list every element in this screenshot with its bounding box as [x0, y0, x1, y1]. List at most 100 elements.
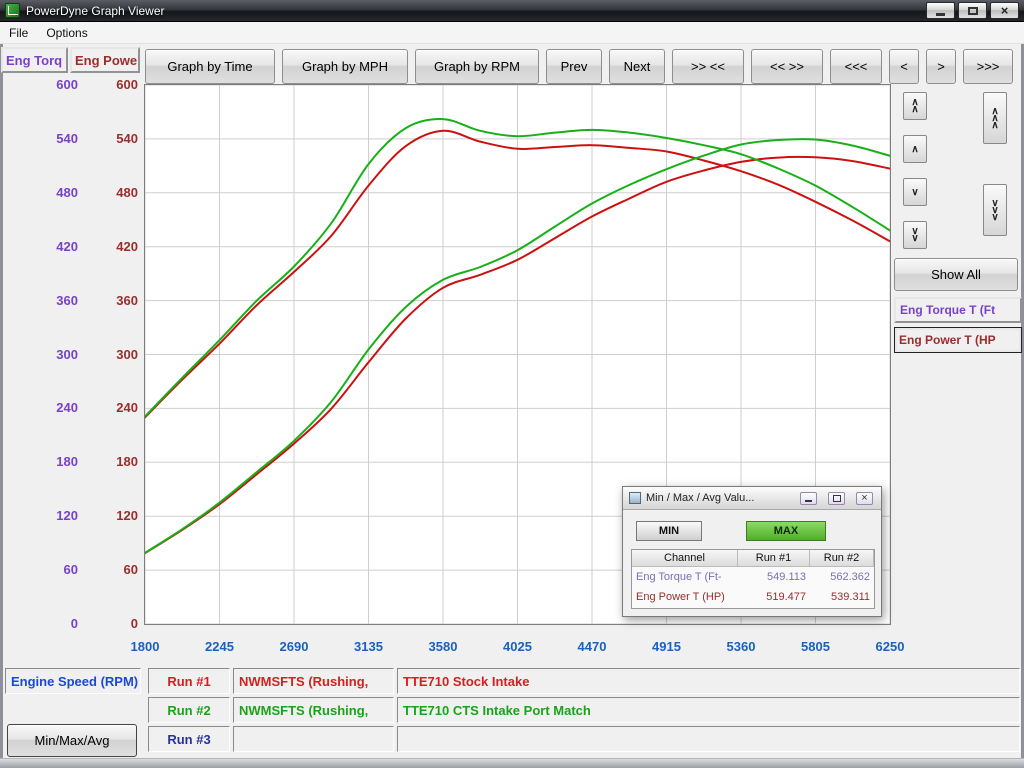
y-tick-torque: 480	[32, 184, 78, 202]
chevron-up-icon: ∧	[991, 122, 998, 129]
run3-note-field[interactable]	[397, 726, 1020, 752]
table-row-power: Eng Power T (HP) 519.477 539.311	[632, 587, 874, 607]
window-frame-left	[0, 22, 3, 758]
graph-by-rpm-button[interactable]: Graph by RPM	[415, 49, 539, 84]
show-all-button[interactable]: Show All	[894, 258, 1018, 291]
graph-by-time-button[interactable]: Graph by Time	[145, 49, 275, 84]
run1-note-field[interactable]: TTE710 Stock Intake	[397, 668, 1020, 694]
minmax-window-titlebar[interactable]: Min / Max / Avg Valu... ×	[623, 487, 881, 510]
chevron-down-icon: ∨	[911, 235, 918, 242]
x-channel-field[interactable]: Engine Speed (RPM)	[5, 668, 141, 694]
next-button[interactable]: Next	[609, 49, 665, 84]
power-run1-max-value: 519.477	[738, 591, 810, 603]
window-title: PowerDyne Graph Viewer	[26, 4, 165, 18]
close-icon: ×	[1001, 4, 1009, 17]
menubar: File Options	[0, 22, 1024, 44]
prev-button[interactable]: Prev	[546, 49, 602, 84]
maximize-button[interactable]	[958, 2, 987, 19]
chevron-down-icon: ∨	[991, 214, 998, 221]
x-tick: 2245	[195, 639, 245, 655]
min-toggle-button[interactable]: MIN	[636, 521, 702, 541]
y-tick-torque: 240	[32, 399, 78, 417]
power-run2-max-value: 539.311	[810, 591, 874, 603]
y-tick-power: 600	[92, 76, 138, 94]
shrink-y-scale-button[interactable]: ∨ ∨ ∨	[983, 184, 1007, 236]
y-tick-torque: 540	[32, 130, 78, 148]
y-tick-power: 480	[92, 184, 138, 202]
run3-source-field[interactable]	[233, 726, 394, 752]
y-tick-torque: 420	[32, 238, 78, 256]
y-tick-torque: 600	[32, 76, 78, 94]
graph-by-mph-button[interactable]: Graph by MPH	[282, 49, 408, 84]
zoom-out-x-button[interactable]: << >>	[751, 49, 823, 84]
torque-run2-max-value: 562.362	[810, 571, 874, 583]
expand-y-scale-button[interactable]: ∧ ∧ ∧	[983, 92, 1007, 144]
minmax-window-icon	[629, 492, 641, 504]
max-toggle-button[interactable]: MAX	[746, 521, 826, 541]
minimize-button[interactable]	[926, 2, 955, 19]
y-tick-torque: 120	[32, 507, 78, 525]
close-button[interactable]: ×	[990, 2, 1019, 19]
scroll-left-button[interactable]: <	[889, 49, 919, 84]
y-tick-torque: 60	[32, 561, 78, 579]
titlebar[interactable]: PowerDyne Graph Viewer ×	[0, 0, 1024, 22]
legend-power-channel[interactable]: Eng Power T (HP	[894, 327, 1022, 353]
x-tick: 3580	[418, 639, 468, 655]
torque-run1-max-value: 549.113	[738, 571, 810, 583]
minmax-avg-button[interactable]: Min/Max/Avg	[7, 724, 137, 757]
minmax-table: Channel Run #1 Run #2 Eng Torque T (Ft- …	[631, 549, 875, 609]
scroll-up-y-button[interactable]: ∧	[903, 135, 927, 163]
y-tick-power: 60	[92, 561, 138, 579]
run3-label[interactable]: Run #3	[148, 726, 230, 752]
column-header-run1: Run #1	[738, 550, 810, 567]
x-tick: 6250	[865, 639, 915, 655]
run2-label[interactable]: Run #2	[148, 697, 230, 723]
app-window: PowerDyne Graph Viewer × File Options En…	[0, 0, 1024, 768]
y-tick-torque: 180	[32, 453, 78, 471]
chevron-up-icon: ∧	[911, 106, 918, 113]
zoom-in-y-button[interactable]: ∧ ∧	[903, 92, 927, 120]
power-channel-label: Eng Power T (HP)	[632, 591, 738, 603]
x-tick: 3135	[344, 639, 394, 655]
minmax-table-header: Channel Run #1 Run #2	[632, 550, 874, 567]
minimize-icon	[936, 13, 945, 16]
run2-note-field[interactable]: TTE710 CTS Intake Port Match	[397, 697, 1020, 723]
column-header-run2: Run #2	[810, 550, 874, 567]
y-tick-torque: 360	[32, 292, 78, 310]
minmax-window: Min / Max / Avg Valu... × MIN MAX Channe…	[622, 486, 882, 617]
minmax-window-title: Min / Max / Avg Valu...	[646, 492, 800, 504]
window-controls: ×	[926, 2, 1019, 19]
menu-file[interactable]: File	[0, 23, 37, 43]
scroll-left-fast-button[interactable]: <<<	[830, 49, 882, 84]
run1-source-field[interactable]: NWMSFTS (Rushing,	[233, 668, 394, 694]
menu-options[interactable]: Options	[37, 23, 96, 43]
legend-torque-channel[interactable]: Eng Torque T (Ft	[894, 297, 1022, 323]
scroll-right-fast-button[interactable]: >>>	[963, 49, 1013, 84]
chevron-up-icon: ∧	[911, 146, 918, 153]
chevron-down-icon: ∨	[911, 189, 918, 196]
minmax-close-button[interactable]: ×	[856, 492, 873, 505]
x-tick: 1800	[120, 639, 170, 655]
y-tick-torque: 0	[32, 615, 78, 633]
run1-label[interactable]: Run #1	[148, 668, 230, 694]
scroll-down-y-button[interactable]: ∨	[903, 178, 927, 206]
zoom-in-x-button[interactable]: >> <<	[672, 49, 744, 84]
x-tick: 5805	[791, 639, 841, 655]
scroll-right-button[interactable]: >	[926, 49, 956, 84]
channel-tab-torque[interactable]: Eng Torq	[1, 47, 68, 73]
column-header-channel: Channel	[632, 550, 738, 567]
x-tick: 5360	[716, 639, 766, 655]
y-tick-power: 120	[92, 507, 138, 525]
run2-source-field[interactable]: NWMSFTS (Rushing,	[233, 697, 394, 723]
x-tick: 4470	[567, 639, 617, 655]
app-icon	[5, 3, 20, 18]
minmax-minimize-button[interactable]	[800, 492, 817, 505]
y-tick-power: 420	[92, 238, 138, 256]
y-tick-power: 300	[92, 346, 138, 364]
minmax-window-body: MIN MAX Channel Run #1 Run #2 Eng Torque…	[623, 510, 881, 616]
table-row-torque: Eng Torque T (Ft- 549.113 562.362	[632, 567, 874, 587]
channel-tab-power[interactable]: Eng Powe	[70, 47, 140, 73]
minmax-restore-button[interactable]	[828, 492, 845, 505]
zoom-out-y-button[interactable]: ∨ ∨	[903, 221, 927, 249]
minimize-icon	[805, 500, 812, 502]
